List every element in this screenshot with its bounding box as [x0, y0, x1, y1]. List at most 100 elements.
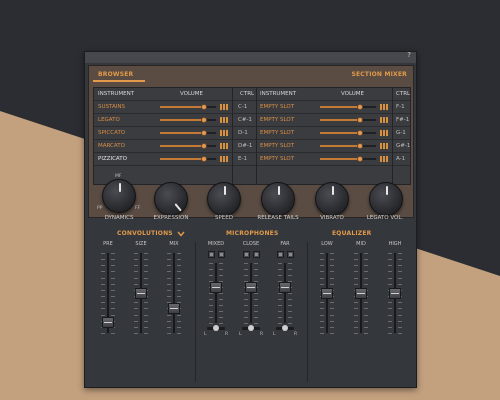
close-option-b[interactable] — [253, 251, 260, 258]
fader-track[interactable] — [215, 263, 217, 323]
empty-slot[interactable]: EMPTY SLOT — [260, 127, 294, 139]
mixed-fader[interactable] — [209, 263, 223, 324]
empty-slot[interactable]: EMPTY SLOT — [260, 101, 294, 113]
mid-eq-fader[interactable] — [354, 253, 368, 334]
fader-tick — [398, 259, 402, 260]
pan-handle[interactable] — [248, 325, 254, 331]
volume-slider[interactable] — [160, 104, 216, 110]
convolutions-title[interactable]: CONVOLUTIONS — [117, 230, 185, 237]
table-row[interactable]: LEGATO C#-1 EMPTY SLOT F#-1 — [94, 114, 410, 127]
dynamics-knob[interactable] — [102, 179, 136, 213]
volume-handle[interactable] — [201, 104, 207, 110]
browser-panel: BROWSER SECTION MIXER INSTRUMENT VOLUME … — [88, 65, 414, 218]
volume-slider[interactable] — [320, 130, 376, 136]
fader-track[interactable] — [284, 263, 286, 323]
fader-tick — [320, 271, 324, 272]
volume-handle[interactable] — [357, 130, 363, 136]
keyboard-icon[interactable] — [220, 143, 229, 149]
table-row[interactable]: PIZZICATO E-1 EMPTY SLOT A-1 — [94, 153, 410, 166]
instrument-name[interactable]: MARCATO — [98, 140, 125, 152]
volume-handle[interactable] — [201, 130, 207, 136]
release-tails-knob[interactable] — [261, 182, 295, 216]
column-divider — [256, 88, 257, 184]
volume-handle[interactable] — [357, 104, 363, 110]
fader-handle[interactable] — [355, 288, 367, 299]
keyboard-icon[interactable] — [380, 117, 389, 123]
fader-tick — [330, 259, 334, 260]
mixed-pan[interactable] — [207, 325, 225, 331]
pre-fader[interactable] — [101, 253, 115, 334]
tab-browser[interactable]: BROWSER — [98, 71, 133, 78]
pan-handle[interactable] — [282, 325, 288, 331]
mixed-option-a[interactable] — [208, 251, 215, 258]
keyboard-icon[interactable] — [380, 156, 389, 162]
keyboard-icon[interactable] — [220, 104, 229, 110]
volume-slider[interactable] — [320, 156, 376, 162]
fader-tick — [364, 327, 368, 328]
volume-handle[interactable] — [201, 117, 207, 123]
table-row[interactable]: SUSTAINS C-1 EMPTY SLOT F-1 — [94, 101, 410, 114]
fader-handle[interactable] — [279, 282, 291, 293]
close-fader[interactable] — [244, 263, 258, 324]
volume-slider[interactable] — [160, 130, 216, 136]
legato-volume-knob[interactable] — [369, 182, 403, 216]
fader-handle[interactable] — [168, 303, 180, 314]
empty-slot[interactable]: EMPTY SLOT — [260, 114, 294, 126]
volume-slider[interactable] — [320, 143, 376, 149]
far-option-b[interactable] — [287, 251, 294, 258]
fader-handle[interactable] — [210, 282, 222, 293]
table-row[interactable]: MARCATO D#-1 EMPTY SLOT G#-1 — [94, 140, 410, 153]
high-label: HIGH — [388, 241, 402, 247]
fader-tick — [111, 278, 115, 279]
keyboard-icon[interactable] — [220, 117, 229, 123]
volume-slider[interactable] — [320, 104, 376, 110]
fader-track[interactable] — [173, 253, 175, 333]
far-option-a[interactable] — [277, 251, 284, 258]
keyboard-icon[interactable] — [380, 104, 389, 110]
table-row[interactable]: SPICCATO D-1 EMPTY SLOT G-1 — [94, 127, 410, 140]
fader-track[interactable] — [250, 263, 252, 323]
expression-knob[interactable] — [154, 182, 188, 216]
volume-handle[interactable] — [357, 143, 363, 149]
tab-section-mixer[interactable]: SECTION MIXER — [351, 71, 407, 78]
help-button[interactable]: ? — [407, 51, 411, 59]
low-eq-fader[interactable] — [320, 253, 334, 334]
section-divider — [195, 242, 196, 382]
fader-handle[interactable] — [389, 288, 401, 299]
high-eq-fader[interactable] — [388, 253, 402, 334]
keyboard-icon[interactable] — [220, 130, 229, 136]
close-pan[interactable] — [242, 325, 260, 331]
instrument-name[interactable]: SPICCATO — [98, 127, 125, 139]
volume-handle[interactable] — [357, 117, 363, 123]
keyboard-icon[interactable] — [220, 156, 229, 162]
fader-handle[interactable] — [102, 317, 114, 328]
fader-handle[interactable] — [135, 288, 147, 299]
fader-handle[interactable] — [245, 282, 257, 293]
far-pan[interactable] — [276, 325, 294, 331]
empty-slot[interactable]: EMPTY SLOT — [260, 140, 294, 152]
vibrato-knob[interactable] — [315, 182, 349, 216]
mixed-option-b[interactable] — [218, 251, 225, 258]
empty-slot[interactable]: EMPTY SLOT — [260, 153, 294, 165]
mix-fader[interactable] — [167, 253, 181, 334]
keyboard-icon[interactable] — [380, 143, 389, 149]
pan-handle[interactable] — [213, 325, 219, 331]
far-fader[interactable] — [278, 263, 292, 324]
volume-slider[interactable] — [160, 156, 216, 162]
instrument-name[interactable]: PIZZICATO — [98, 153, 127, 165]
instrument-name[interactable]: SUSTAINS — [98, 101, 125, 113]
volume-slider[interactable] — [320, 117, 376, 123]
volume-handle[interactable] — [201, 143, 207, 149]
speed-knob[interactable] — [207, 182, 241, 216]
fader-tick — [219, 269, 223, 270]
keyboard-icon[interactable] — [380, 130, 389, 136]
size-fader[interactable] — [134, 253, 148, 334]
instrument-name[interactable]: LEGATO — [98, 114, 120, 126]
fader-handle[interactable] — [321, 288, 333, 299]
volume-slider[interactable] — [160, 117, 216, 123]
chevron-down-icon[interactable] — [177, 231, 185, 237]
volume-slider[interactable] — [160, 143, 216, 149]
volume-handle[interactable] — [357, 156, 363, 162]
volume-handle[interactable] — [201, 156, 207, 162]
close-option-a[interactable] — [243, 251, 250, 258]
